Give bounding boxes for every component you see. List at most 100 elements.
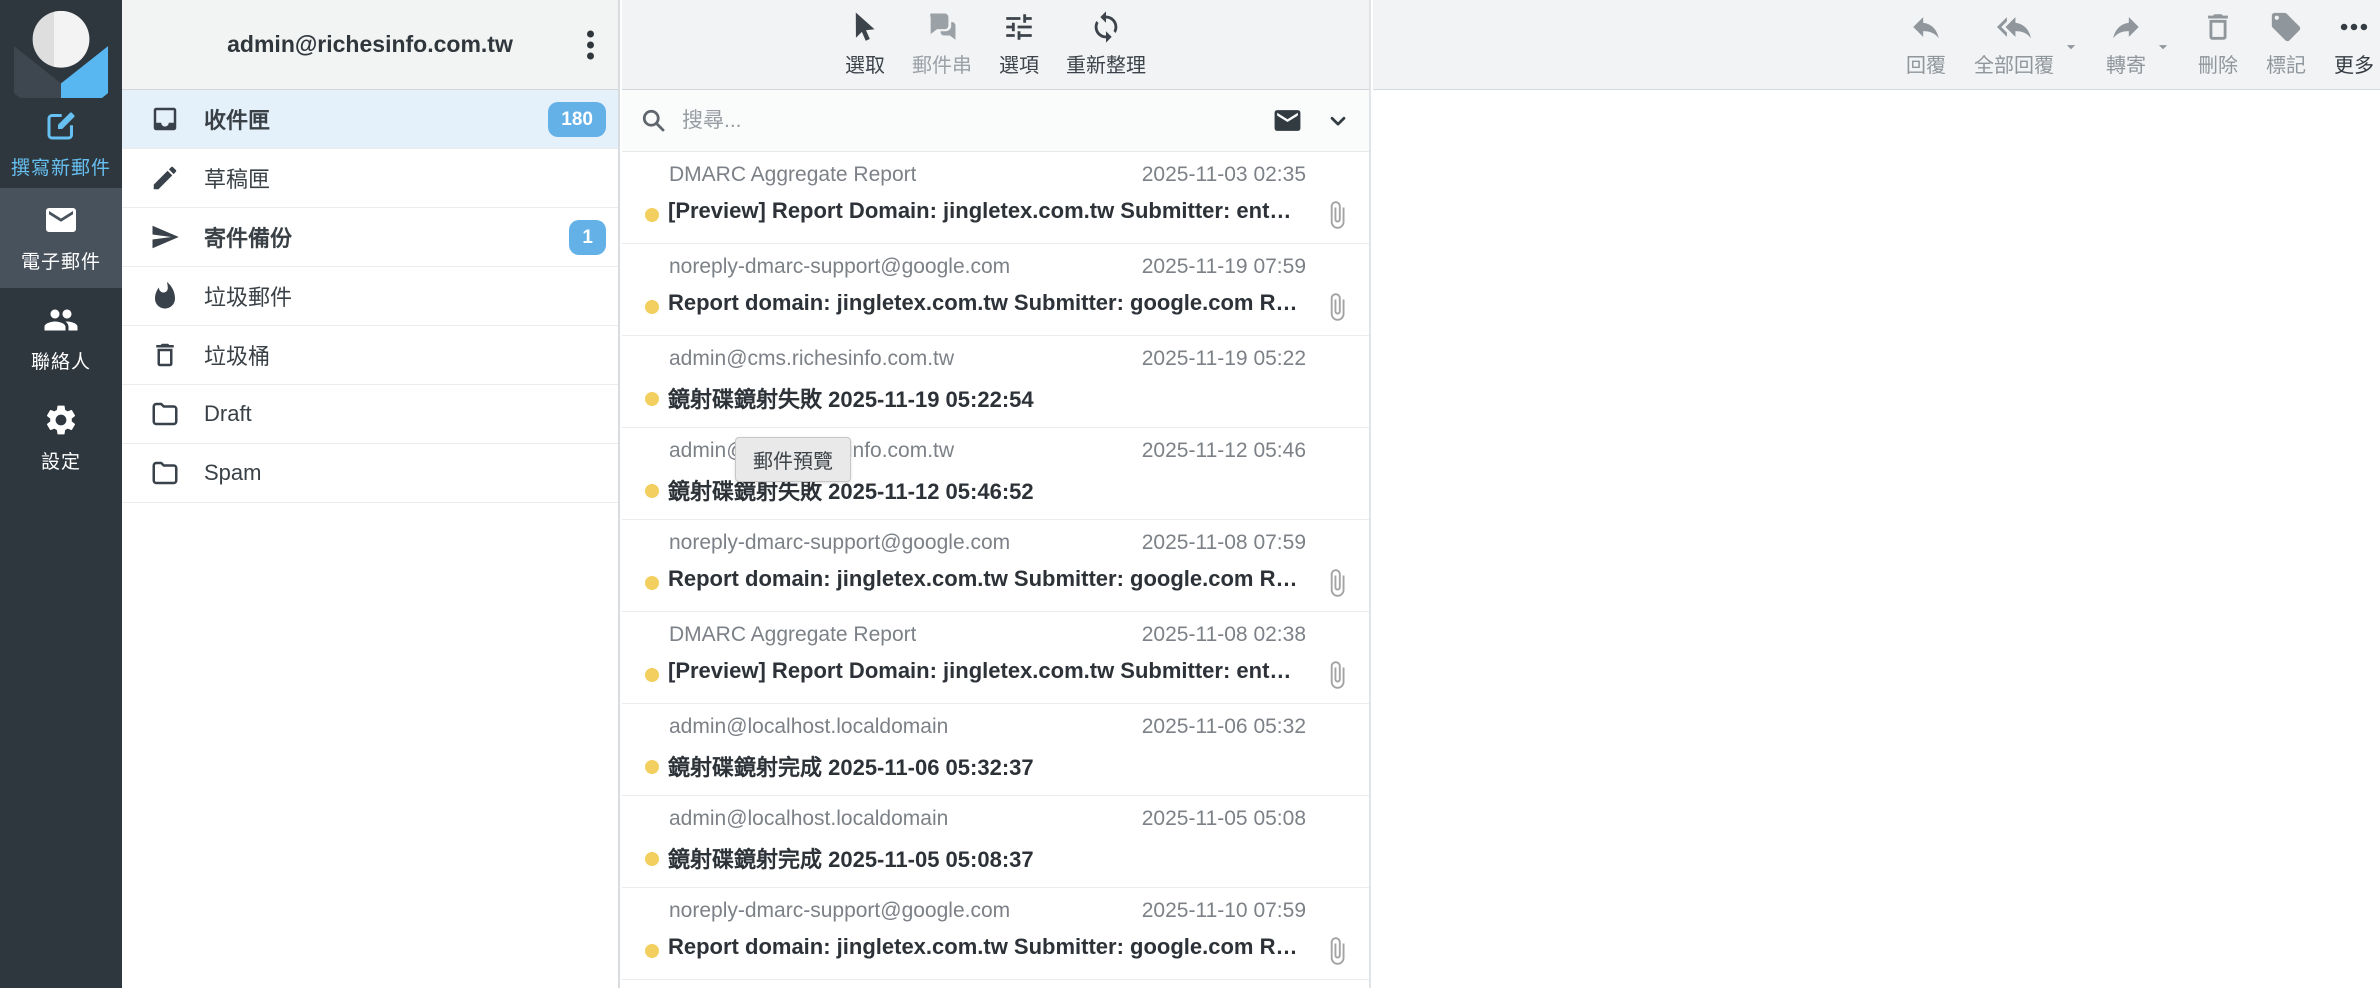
message-date: 2025-11-19 07:59 [1142,255,1306,279]
folder-row-spam2[interactable]: Spam [122,444,618,503]
sidebar-item-contacts[interactable]: 聯絡人 [0,288,122,388]
folder-label: Spam [204,460,261,486]
message-row[interactable]: noreply-dmarc-support@google.com 2025-11… [622,244,1369,336]
inbox-icon [150,104,180,134]
folder-label: 寄件備份 [204,221,292,253]
message-date: 2025-11-06 05:32 [1142,715,1306,739]
unread-dot-icon [645,208,659,222]
message-sender: admin@localhost.localdomain [669,715,948,739]
mail-toolbar-button-more[interactable]: 更多 [2334,10,2374,78]
message-subject: [Preview] Report Domain: jingletex.com.t… [668,198,1291,224]
compose-button[interactable]: 撰寫新郵件 [0,100,122,188]
message-row[interactable]: DMARC Aggregate Report 2025-11-03 02:35 … [622,152,1369,244]
message-sender: DMARC Aggregate Report [669,623,916,647]
folder-row-drafts[interactable]: 草稿匣 [122,149,618,208]
message-row[interactable]: noreply-dmarc-support@google.com 2025-11… [622,520,1369,612]
search-scope-envelope-icon[interactable] [1272,105,1303,136]
message-row[interactable]: DMARC Aggregate Report 2025-11-08 02:38 … [622,612,1369,704]
envelope-icon [43,202,79,238]
toolbar-button-label: 標記 [2266,49,2306,78]
attachment-paperclip-icon [1322,660,1352,690]
message-subject: Report domain: jingletex.com.tw Submitte… [668,566,1297,592]
webmail-app: { "account": { "email": "admin@richesinf… [0,0,2380,988]
folder-row-inbox[interactable]: 收件匣 180 [122,90,618,149]
contacts-icon [43,302,79,338]
sidebar-nav: 電子郵件 聯絡人 設定 [0,188,122,488]
unread-dot-icon [645,576,659,590]
more-icon [2337,10,2371,44]
search-input[interactable] [682,109,1272,133]
mail-toolbar-button-forward[interactable]: 轉寄 [2106,10,2146,78]
attachment-paperclip-icon [1322,292,1352,322]
list-toolbar-button-refresh[interactable]: 重新整理 [1066,10,1146,78]
account-header: admin@richesinfo.com.tw [122,0,618,90]
sidebar-item-label: 設定 [41,447,81,474]
message-row[interactable]: admin@localhost.localdomain 2025-11-06 0… [622,704,1369,796]
toolbar-button-label: 選取 [845,49,885,78]
list-toolbar-button-threads[interactable]: 郵件串 [912,10,972,78]
unread-dot-icon [645,300,659,314]
message-date: 2025-11-19 05:22 [1142,347,1306,371]
message-row[interactable]: noreply-dmarc-support@google.com 2025-11… [622,888,1369,980]
pencil-icon [150,163,180,193]
send-icon [150,222,180,252]
folder-menu-kebab-icon[interactable] [581,24,600,65]
unread-dot-icon [645,852,659,866]
message-subject: 鏡射碟鏡射完成 2025-11-06 05:32:37 [668,750,1034,782]
folder-row-junk[interactable]: 垃圾郵件 [122,267,618,326]
toolbar-button-label: 轉寄 [2106,49,2146,78]
message-sender: noreply-dmarc-support@google.com [669,899,1010,923]
app-logo-icon[interactable] [12,6,110,98]
sidebar-item-settings[interactable]: 設定 [0,388,122,488]
account-email: admin@richesinfo.com.tw [227,31,513,58]
message-sender: noreply-dmarc-support@google.com [669,531,1010,555]
toolbar-button-label: 選項 [999,49,1039,78]
message-content-pane: 回覆 全部回覆 轉寄 刪除 [1373,0,2380,988]
caret-down-icon[interactable] [2062,38,2080,56]
message-sender: admin@localhost.localdomain [669,807,948,831]
mail-toolbar-button-tag[interactable]: 標記 [2266,10,2306,78]
options-icon [1002,10,1036,44]
toolbar-button-label: 更多 [2334,49,2374,78]
message-row[interactable]: admin@cms.richesinfo.com.tw 2025-11-19 0… [622,336,1369,428]
trash-icon [150,340,180,370]
cursor-icon [848,10,882,44]
list-toolbar-button-select[interactable]: 選取 [845,10,885,78]
folder-icon [150,399,180,429]
caret-down-icon[interactable] [2154,38,2172,56]
sidebar-item-mail[interactable]: 電子郵件 [0,188,122,288]
folder-row-sent[interactable]: 寄件備份 1 [122,208,618,267]
attachment-paperclip-icon [1322,936,1352,966]
folders-panel: admin@richesinfo.com.tw 收件匣 180 草稿匣 寄件備份… [122,0,620,988]
threads-icon [925,10,959,44]
search-options-chevron-down-icon[interactable] [1327,110,1349,132]
unread-dot-icon [645,392,659,406]
unread-dot-icon [645,484,659,498]
toolbar-button-label: 刪除 [2198,49,2238,78]
trash-icon [2201,10,2235,44]
toolbar-button-label: 回覆 [1906,49,1946,78]
folder-row-draft2[interactable]: Draft [122,385,618,444]
folder-label: 垃圾桶 [204,339,270,371]
flame-icon [150,281,180,311]
list-toolbar: 選取 郵件串 選項 重新整理 [622,0,1369,90]
mail-toolbar-button-reply-all[interactable]: 全部回覆 [1974,10,2054,78]
message-subject: [Preview] Report Domain: jingletex.com.t… [668,658,1291,684]
compose-icon [43,108,79,144]
message-list-panel: 選取 郵件串 選項 重新整理 [622,0,1371,988]
search-bar [622,90,1369,152]
mail-preview-tooltip: 郵件預覽 [735,437,851,482]
toolbar-button-label: 重新整理 [1066,49,1146,78]
message-date: 2025-11-08 02:38 [1142,623,1306,647]
unread-dot-icon [645,760,659,774]
folder-row-trash[interactable]: 垃圾桶 [122,326,618,385]
gear-icon [43,402,79,438]
message-date: 2025-11-12 05:46 [1142,439,1306,463]
message-subject: Report domain: jingletex.com.tw Submitte… [668,934,1297,960]
message-row[interactable]: admin@localhost.localdomain 2025-11-05 0… [622,796,1369,888]
folder-label: 收件匣 [204,103,270,135]
list-toolbar-button-options[interactable]: 選項 [999,10,1039,78]
message-subject: 鏡射碟鏡射完成 2025-11-05 05:08:37 [668,842,1034,874]
mail-toolbar-button-delete[interactable]: 刪除 [2198,10,2238,78]
mail-toolbar-button-reply[interactable]: 回覆 [1906,10,1946,78]
